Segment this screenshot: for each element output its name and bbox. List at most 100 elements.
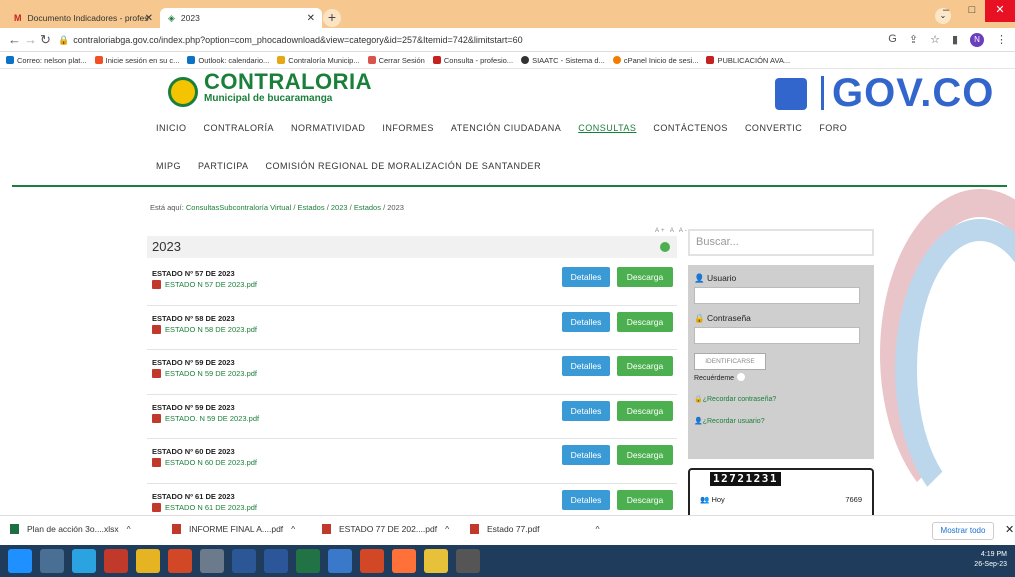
- url-field[interactable]: 🔒 contraloriabga.gov.co/index.php?option=…: [58, 31, 878, 49]
- firefox-icon[interactable]: [392, 549, 416, 573]
- download-button[interactable]: Descarga: [617, 356, 673, 376]
- share-icon[interactable]: ⇪: [909, 33, 918, 47]
- breadcrumb-link[interactable]: Estados: [354, 203, 381, 212]
- password-field[interactable]: [694, 327, 860, 344]
- details-button[interactable]: Detalles: [562, 445, 610, 465]
- word-icon[interactable]: [264, 549, 288, 573]
- bookmark-item[interactable]: Outlook: calendario...: [187, 56, 269, 65]
- back-arrow-icon[interactable]: ←: [8, 32, 21, 47]
- pdf-file-icon: [322, 524, 331, 534]
- maximize-icon[interactable]: □: [959, 0, 985, 22]
- nav-item[interactable]: FORO: [819, 119, 847, 157]
- bookmark-item[interactable]: PUBLICACIÓN AVA...: [706, 56, 790, 65]
- details-button[interactable]: Detalles: [562, 311, 610, 332]
- close-downloads-icon[interactable]: ✕: [1005, 523, 1014, 536]
- nav-item[interactable]: NORMATIVIDAD: [291, 119, 365, 157]
- taskbar-app-icon[interactable]: [40, 549, 64, 573]
- details-button[interactable]: Detalles: [562, 267, 610, 287]
- download-item[interactable]: INFORME FINAL A....pdf ^: [172, 524, 295, 534]
- nav-item[interactable]: CONVERTIC: [745, 119, 802, 157]
- chevron-up-icon[interactable]: ^: [595, 524, 599, 534]
- nav-item[interactable]: PARTICIPA: [198, 157, 249, 195]
- font-size-controls[interactable]: A+ A A-: [655, 228, 689, 234]
- download-item[interactable]: Plan de acción 3o....xlsx ^: [10, 524, 131, 534]
- forgot-user-link[interactable]: 👤¿Recordar usuario?: [694, 417, 765, 425]
- details-button[interactable]: Detalles: [562, 356, 610, 376]
- list-item: ESTADO Nº 57 DE 2023 ESTADO N 57 DE 2023…: [147, 261, 677, 306]
- details-button[interactable]: Detalles: [562, 400, 610, 421]
- document-file-link[interactable]: ESTADO N 59 DE 2023.pdf: [152, 369, 257, 378]
- file-explorer-icon[interactable]: [136, 549, 160, 573]
- remember-toggle[interactable]: [737, 373, 746, 381]
- login-button[interactable]: IDENTIFICARSE: [694, 353, 766, 370]
- document-file-link[interactable]: ESTADO. N 59 DE 2023.pdf: [152, 413, 259, 423]
- sidepanel-icon[interactable]: ▮: [952, 33, 958, 47]
- google-icon[interactable]: G: [888, 33, 897, 47]
- details-button[interactable]: Detalles: [562, 489, 610, 510]
- breadcrumb-link[interactable]: Estados: [298, 203, 325, 212]
- document-file-link[interactable]: ESTADO N 60 DE 2023.pdf: [152, 458, 257, 467]
- breadcrumb-link[interactable]: Subcontraloría Virtual: [219, 203, 291, 212]
- download-item[interactable]: Estado 77.pdf ^: [470, 524, 599, 534]
- document-file-link[interactable]: ESTADO N 58 DE 2023.pdf: [152, 324, 257, 334]
- forgot-password-link[interactable]: 🔒¿Recordar contraseña?: [694, 395, 776, 403]
- chrome-icon[interactable]: [424, 549, 448, 573]
- nav-item[interactable]: CONTÁCTENOS: [653, 119, 728, 157]
- download-button[interactable]: Descarga: [617, 267, 673, 287]
- system-clock[interactable]: 4:19 PM 26-Sep-23: [974, 550, 1007, 570]
- powerpoint-icon[interactable]: [360, 549, 384, 573]
- chrome-icon[interactable]: [456, 549, 480, 573]
- chevron-up-icon[interactable]: ^: [127, 524, 131, 534]
- nav-item-selected[interactable]: CONSULTAS: [578, 119, 636, 157]
- bookmark-item[interactable]: Consulta - profesio...: [432, 56, 513, 65]
- tab-2023[interactable]: ◈ 2023 ✕: [160, 8, 322, 28]
- reload-icon[interactable]: ↻: [40, 32, 51, 48]
- chevron-up-icon[interactable]: ^: [291, 524, 295, 534]
- star-icon[interactable]: ☆: [930, 33, 940, 47]
- bookmark-item[interactable]: Inicie sesión en su c...: [94, 56, 179, 65]
- govco-logo[interactable]: GOV.CO: [775, 71, 994, 116]
- nav-item[interactable]: MIPG: [156, 157, 181, 195]
- new-tab-button[interactable]: +: [323, 9, 341, 27]
- taskbar-app-icon[interactable]: [328, 549, 352, 573]
- menu-icon[interactable]: ⋮: [996, 33, 1007, 47]
- nav-item[interactable]: ATENCIÓN CIUDADANA: [451, 119, 561, 157]
- breadcrumb-link[interactable]: 2023: [331, 203, 348, 212]
- bookmark-item[interactable]: SIAATC - Sistema d...: [521, 56, 605, 65]
- tab-documento-indicadores[interactable]: M Documento Indicadores - profes ✕: [6, 8, 160, 28]
- bookmark-item[interactable]: cPanel Inicio de sesi...: [612, 56, 698, 65]
- close-tab-icon[interactable]: ✕: [145, 13, 153, 24]
- powerpoint-icon[interactable]: [168, 549, 192, 573]
- breadcrumb-link[interactable]: Consultas: [186, 203, 219, 212]
- ie-icon[interactable]: [72, 549, 96, 573]
- minimize-icon[interactable]: –: [933, 0, 959, 22]
- download-item[interactable]: ESTADO 77 DE 202....pdf ^: [322, 524, 449, 534]
- download-button[interactable]: Descarga: [617, 489, 673, 510]
- filezilla-icon[interactable]: [104, 549, 128, 573]
- nav-item[interactable]: CONTRALORÍA: [204, 119, 275, 157]
- username-field[interactable]: [694, 287, 860, 304]
- profile-avatar[interactable]: N: [970, 33, 984, 47]
- close-tab-icon[interactable]: ✕: [307, 13, 315, 24]
- document-file-link[interactable]: ESTADO N 57 DE 2023.pdf: [152, 280, 257, 289]
- excel-icon[interactable]: [296, 549, 320, 573]
- close-window-icon[interactable]: ✕: [985, 0, 1015, 22]
- bookmark-item[interactable]: Contraloría Municip...: [277, 56, 360, 65]
- taskbar-app-icon[interactable]: [200, 549, 224, 573]
- nav-item[interactable]: COMISIÓN REGIONAL DE MORALIZACIÓN DE SAN…: [266, 157, 542, 195]
- bookmark-item[interactable]: Cerrar Sesión: [367, 56, 425, 65]
- taskbar-app-icon[interactable]: [232, 549, 256, 573]
- search-input[interactable]: Buscar...: [688, 229, 874, 256]
- download-button[interactable]: Descarga: [617, 311, 673, 332]
- download-button[interactable]: Descarga: [617, 445, 673, 465]
- show-all-button[interactable]: Mostrar todo: [932, 522, 994, 540]
- bookmark-item[interactable]: Correo: nelson plat...: [6, 56, 87, 65]
- nav-item[interactable]: INFORMES: [382, 119, 434, 157]
- document-file-link[interactable]: ESTADO N 61 DE 2023.pdf: [152, 502, 257, 512]
- forward-arrow-icon[interactable]: →: [24, 32, 37, 47]
- start-button-icon[interactable]: [8, 549, 32, 573]
- download-button[interactable]: Descarga: [617, 400, 673, 421]
- nav-item[interactable]: INICIO: [156, 119, 187, 157]
- chevron-up-icon[interactable]: ^: [445, 524, 449, 534]
- remember-me[interactable]: Recuérdeme: [694, 373, 746, 382]
